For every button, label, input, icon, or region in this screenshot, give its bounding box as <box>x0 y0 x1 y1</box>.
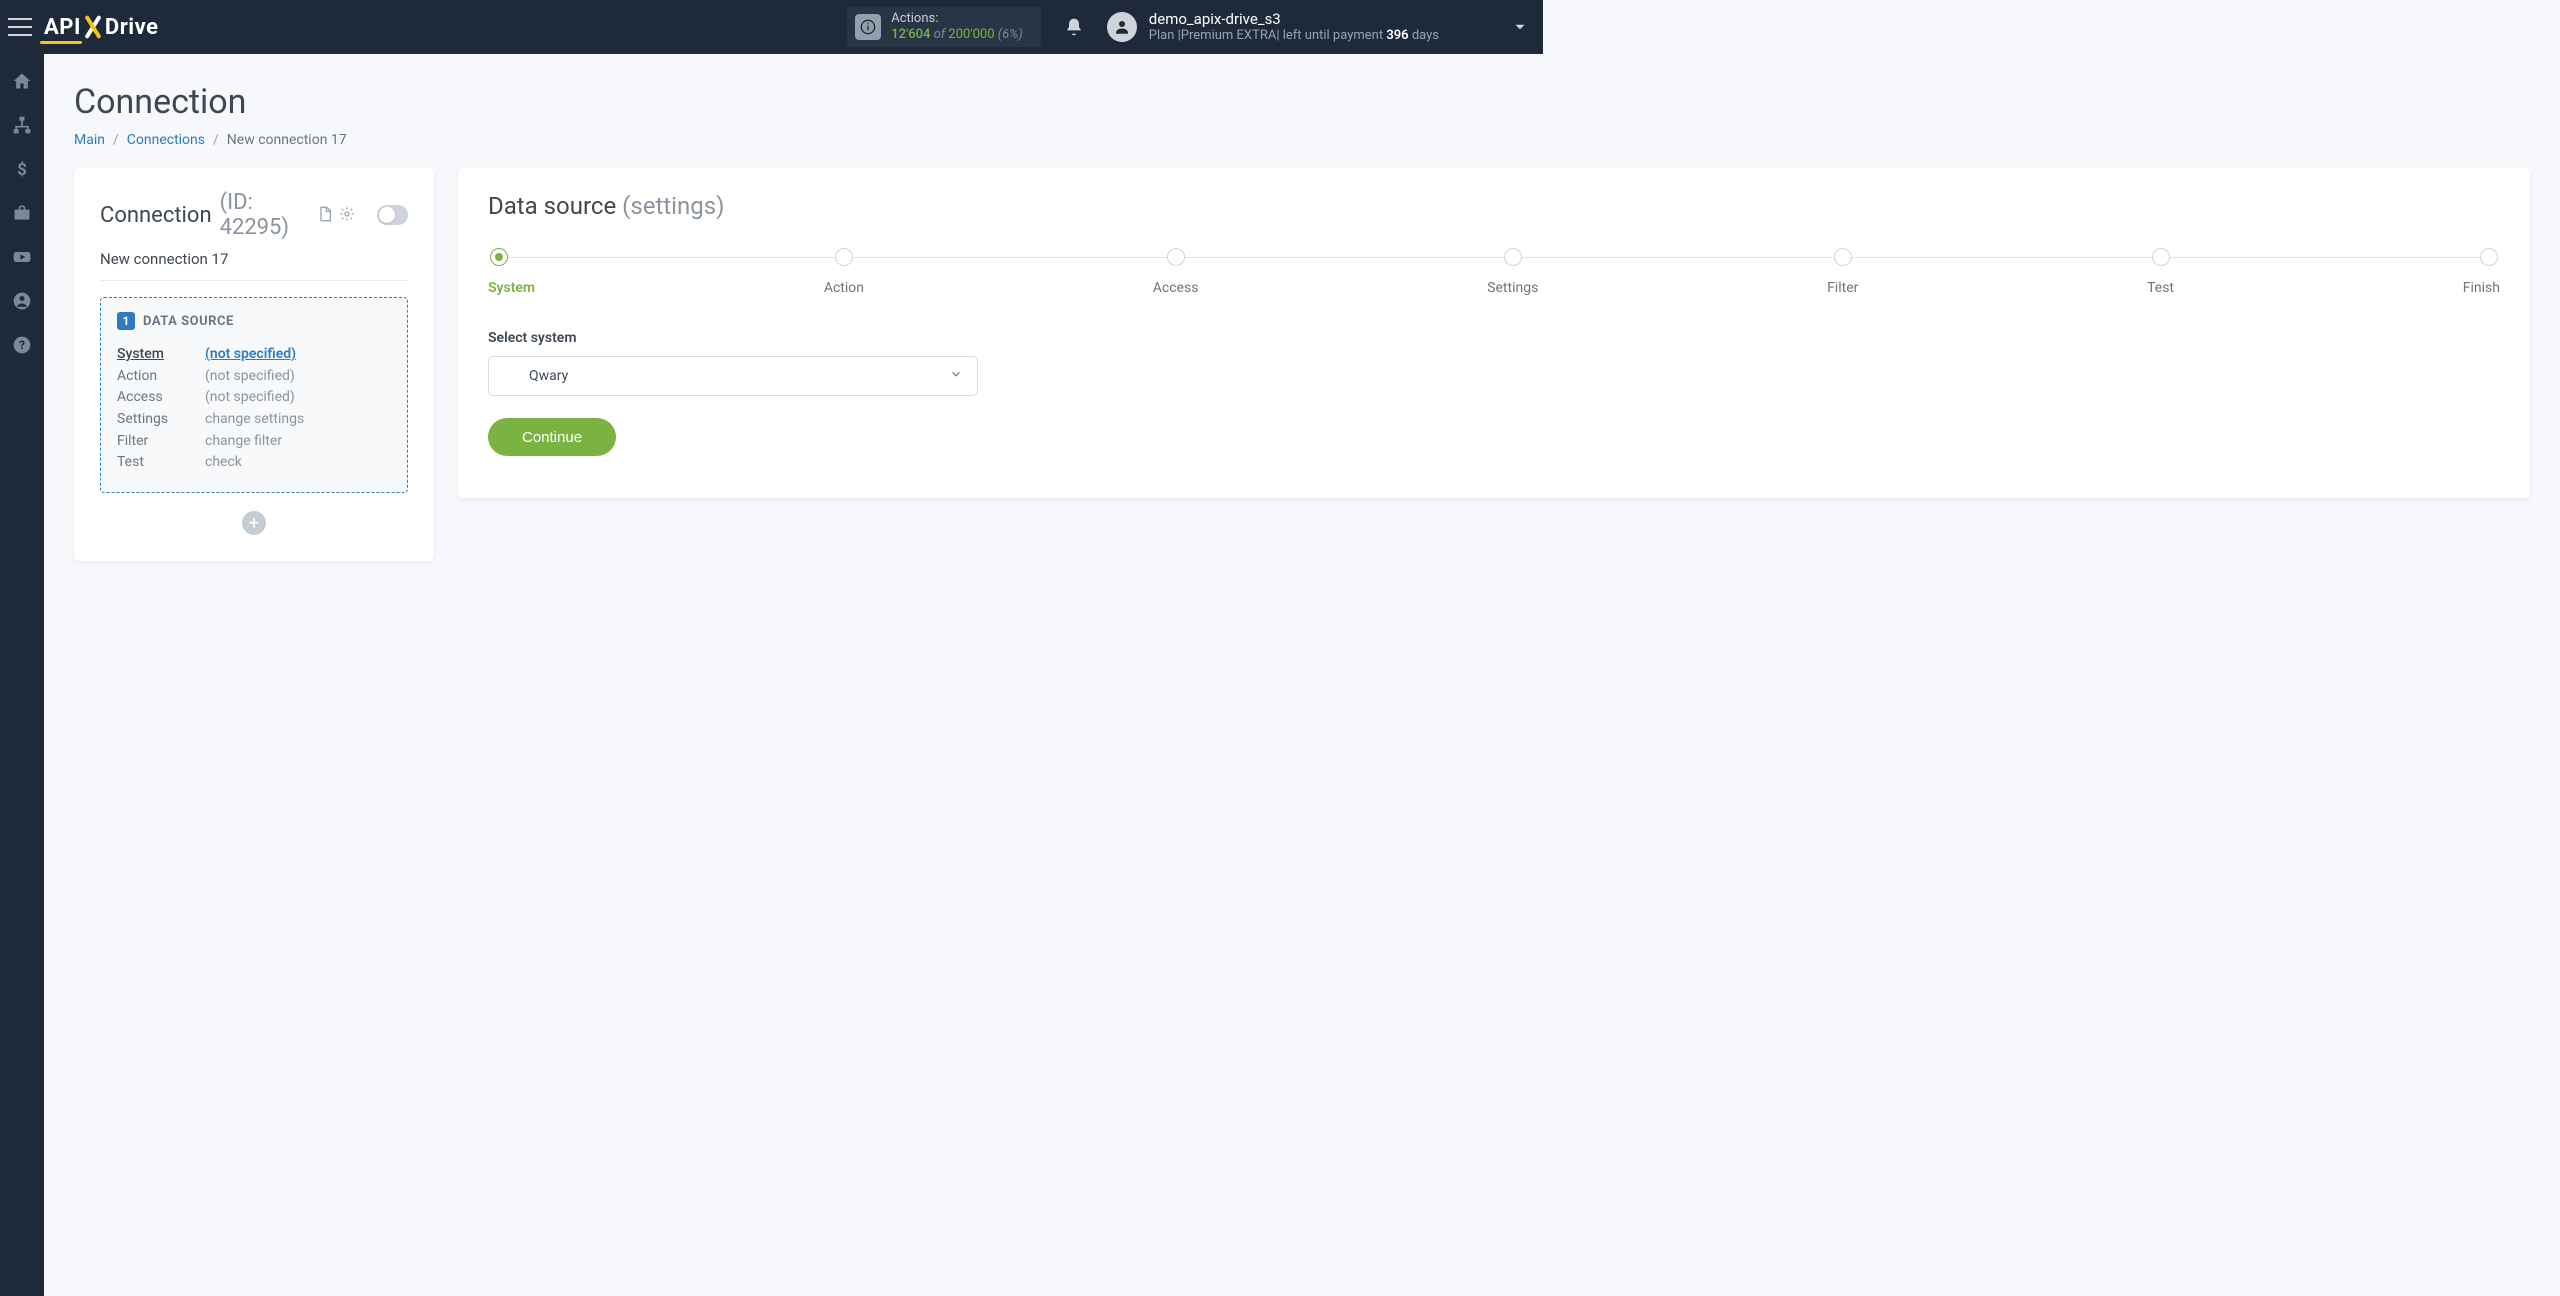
breadcrumb-current: New connection 17 <box>227 132 347 148</box>
data-source-settings-card: Data source (settings) System Action Acces… <box>458 168 2530 498</box>
select-system-value: Qwary <box>529 368 568 384</box>
avatar-icon <box>1107 12 1137 42</box>
actions-of: of <box>934 27 946 42</box>
ds-row-key: Settings <box>117 409 205 431</box>
youtube-icon[interactable] <box>11 246 33 268</box>
conn-id: (ID: 42295) <box>220 190 309 240</box>
step-label: Settings <box>1487 280 1538 296</box>
step-label: Filter <box>1827 280 1858 296</box>
ds-row-settings[interactable]: Settingschange settings <box>117 409 391 431</box>
step-finish[interactable]: Finish <box>2463 248 2500 296</box>
step-settings[interactable]: Settings <box>1487 248 1538 296</box>
step-filter[interactable]: Filter <box>1827 248 1858 296</box>
step-action[interactable]: Action <box>824 248 864 296</box>
content-area: Connection Main / Connections / New conn… <box>44 54 2560 1296</box>
step-dot-icon <box>1504 248 1522 266</box>
ds-row-value: (not specified) <box>205 366 295 388</box>
ds-row-filter[interactable]: Filterchange filter <box>117 431 391 453</box>
step-dot-icon <box>835 248 853 266</box>
step-dot-icon <box>1167 248 1185 266</box>
briefcase-icon[interactable] <box>11 202 33 224</box>
ds-row-value: (not specified) <box>205 387 295 409</box>
logo[interactable]: APIDrive <box>44 15 158 40</box>
actions-pct: (6%) <box>998 27 1023 42</box>
ds-row-access[interactable]: Access(not specified) <box>117 387 391 409</box>
svg-text:?: ? <box>19 338 25 352</box>
step-test[interactable]: Test <box>2147 248 2174 296</box>
wizard-stepper: System Action Access Settings Filter Test Fini… <box>488 248 2500 296</box>
step-dot-icon <box>1834 248 1852 266</box>
select-system-label: Select system <box>488 330 2500 346</box>
step-system[interactable]: System <box>488 248 535 296</box>
actions-total: 200'000 <box>948 27 994 42</box>
ds-row-key: Action <box>117 366 205 388</box>
ds-row-test[interactable]: Testcheck <box>117 452 391 474</box>
svg-text:$: $ <box>17 161 27 179</box>
step-label: System <box>488 280 535 296</box>
select-system-dropdown[interactable]: Qwary <box>488 356 978 396</box>
ds-row-action[interactable]: Action(not specified) <box>117 366 391 388</box>
plan-line: Plan |Premium EXTRA| left until payment … <box>1149 28 1439 44</box>
ds-row-value: (not specified) <box>205 344 296 366</box>
step-dot-icon <box>2152 248 2170 266</box>
rc-title-main: Data source <box>488 192 616 220</box>
step-dot-icon <box>2480 248 2498 266</box>
ds-row-key: Filter <box>117 431 205 453</box>
conn-head-label: Connection <box>100 203 212 228</box>
breadcrumb-main[interactable]: Main <box>74 132 105 148</box>
dollar-icon[interactable]: $ <box>11 158 33 180</box>
chevron-down-icon <box>949 367 963 385</box>
ds-title: DATA SOURCE <box>143 314 234 329</box>
logo-x-icon <box>82 15 104 39</box>
username: demo_apix-drive_s3 <box>1149 10 1439 29</box>
help-icon[interactable]: ? <box>11 334 33 356</box>
connection-toggle[interactable] <box>377 205 408 225</box>
ds-row-key: Test <box>117 452 205 474</box>
connection-summary-card: Connection (ID: 42295) New connection 17… <box>74 168 434 561</box>
sitemap-icon[interactable] <box>11 114 33 136</box>
gear-icon[interactable] <box>339 203 355 228</box>
actions-counter[interactable]: Actions: 12'604 of 200'000 (6%) <box>847 7 1041 48</box>
continue-button[interactable]: Continue <box>488 418 616 456</box>
breadcrumb: Main / Connections / New connection 17 <box>74 132 2530 148</box>
page-title: Connection <box>74 82 2530 122</box>
add-step-button[interactable]: + <box>242 511 266 535</box>
topbar: APIDrive Actions: 12'604 of 200'000 (6%) <box>0 0 1543 54</box>
ds-row-system[interactable]: System(not specified) <box>117 344 391 366</box>
notifications-icon[interactable] <box>1061 14 1087 40</box>
rc-title-sub: (settings) <box>622 192 724 220</box>
ds-row-key: Access <box>117 387 205 409</box>
ds-row-value: change settings <box>205 409 304 431</box>
step-label: Finish <box>2463 280 2500 296</box>
ds-row-key: System <box>117 344 205 366</box>
step-access[interactable]: Access <box>1153 248 1199 296</box>
step-label: Action <box>824 280 864 296</box>
info-icon <box>855 14 881 40</box>
file-icon[interactable] <box>317 203 333 228</box>
home-icon[interactable] <box>11 70 33 92</box>
ds-number-badge: 1 <box>117 312 135 330</box>
ds-row-value: check <box>205 452 242 474</box>
step-label: Access <box>1153 280 1199 296</box>
menu-toggle-button[interactable] <box>8 18 32 36</box>
actions-used: 12'604 <box>891 27 930 42</box>
user-icon[interactable] <box>11 290 33 312</box>
chevron-down-icon <box>1511 18 1529 36</box>
data-source-box: 1 DATA SOURCE System(not specified)Actio… <box>100 297 408 493</box>
user-menu[interactable]: demo_apix-drive_s3 Plan |Premium EXTRA| … <box>1107 10 1529 45</box>
ds-row-value: change filter <box>205 431 282 453</box>
step-label: Test <box>2147 280 2174 296</box>
breadcrumb-connections[interactable]: Connections <box>127 132 205 148</box>
left-nav: $ ? <box>0 54 44 1296</box>
step-dot-icon <box>490 248 508 266</box>
connection-name: New connection 17 <box>100 250 408 281</box>
actions-label: Actions: <box>891 11 1023 27</box>
